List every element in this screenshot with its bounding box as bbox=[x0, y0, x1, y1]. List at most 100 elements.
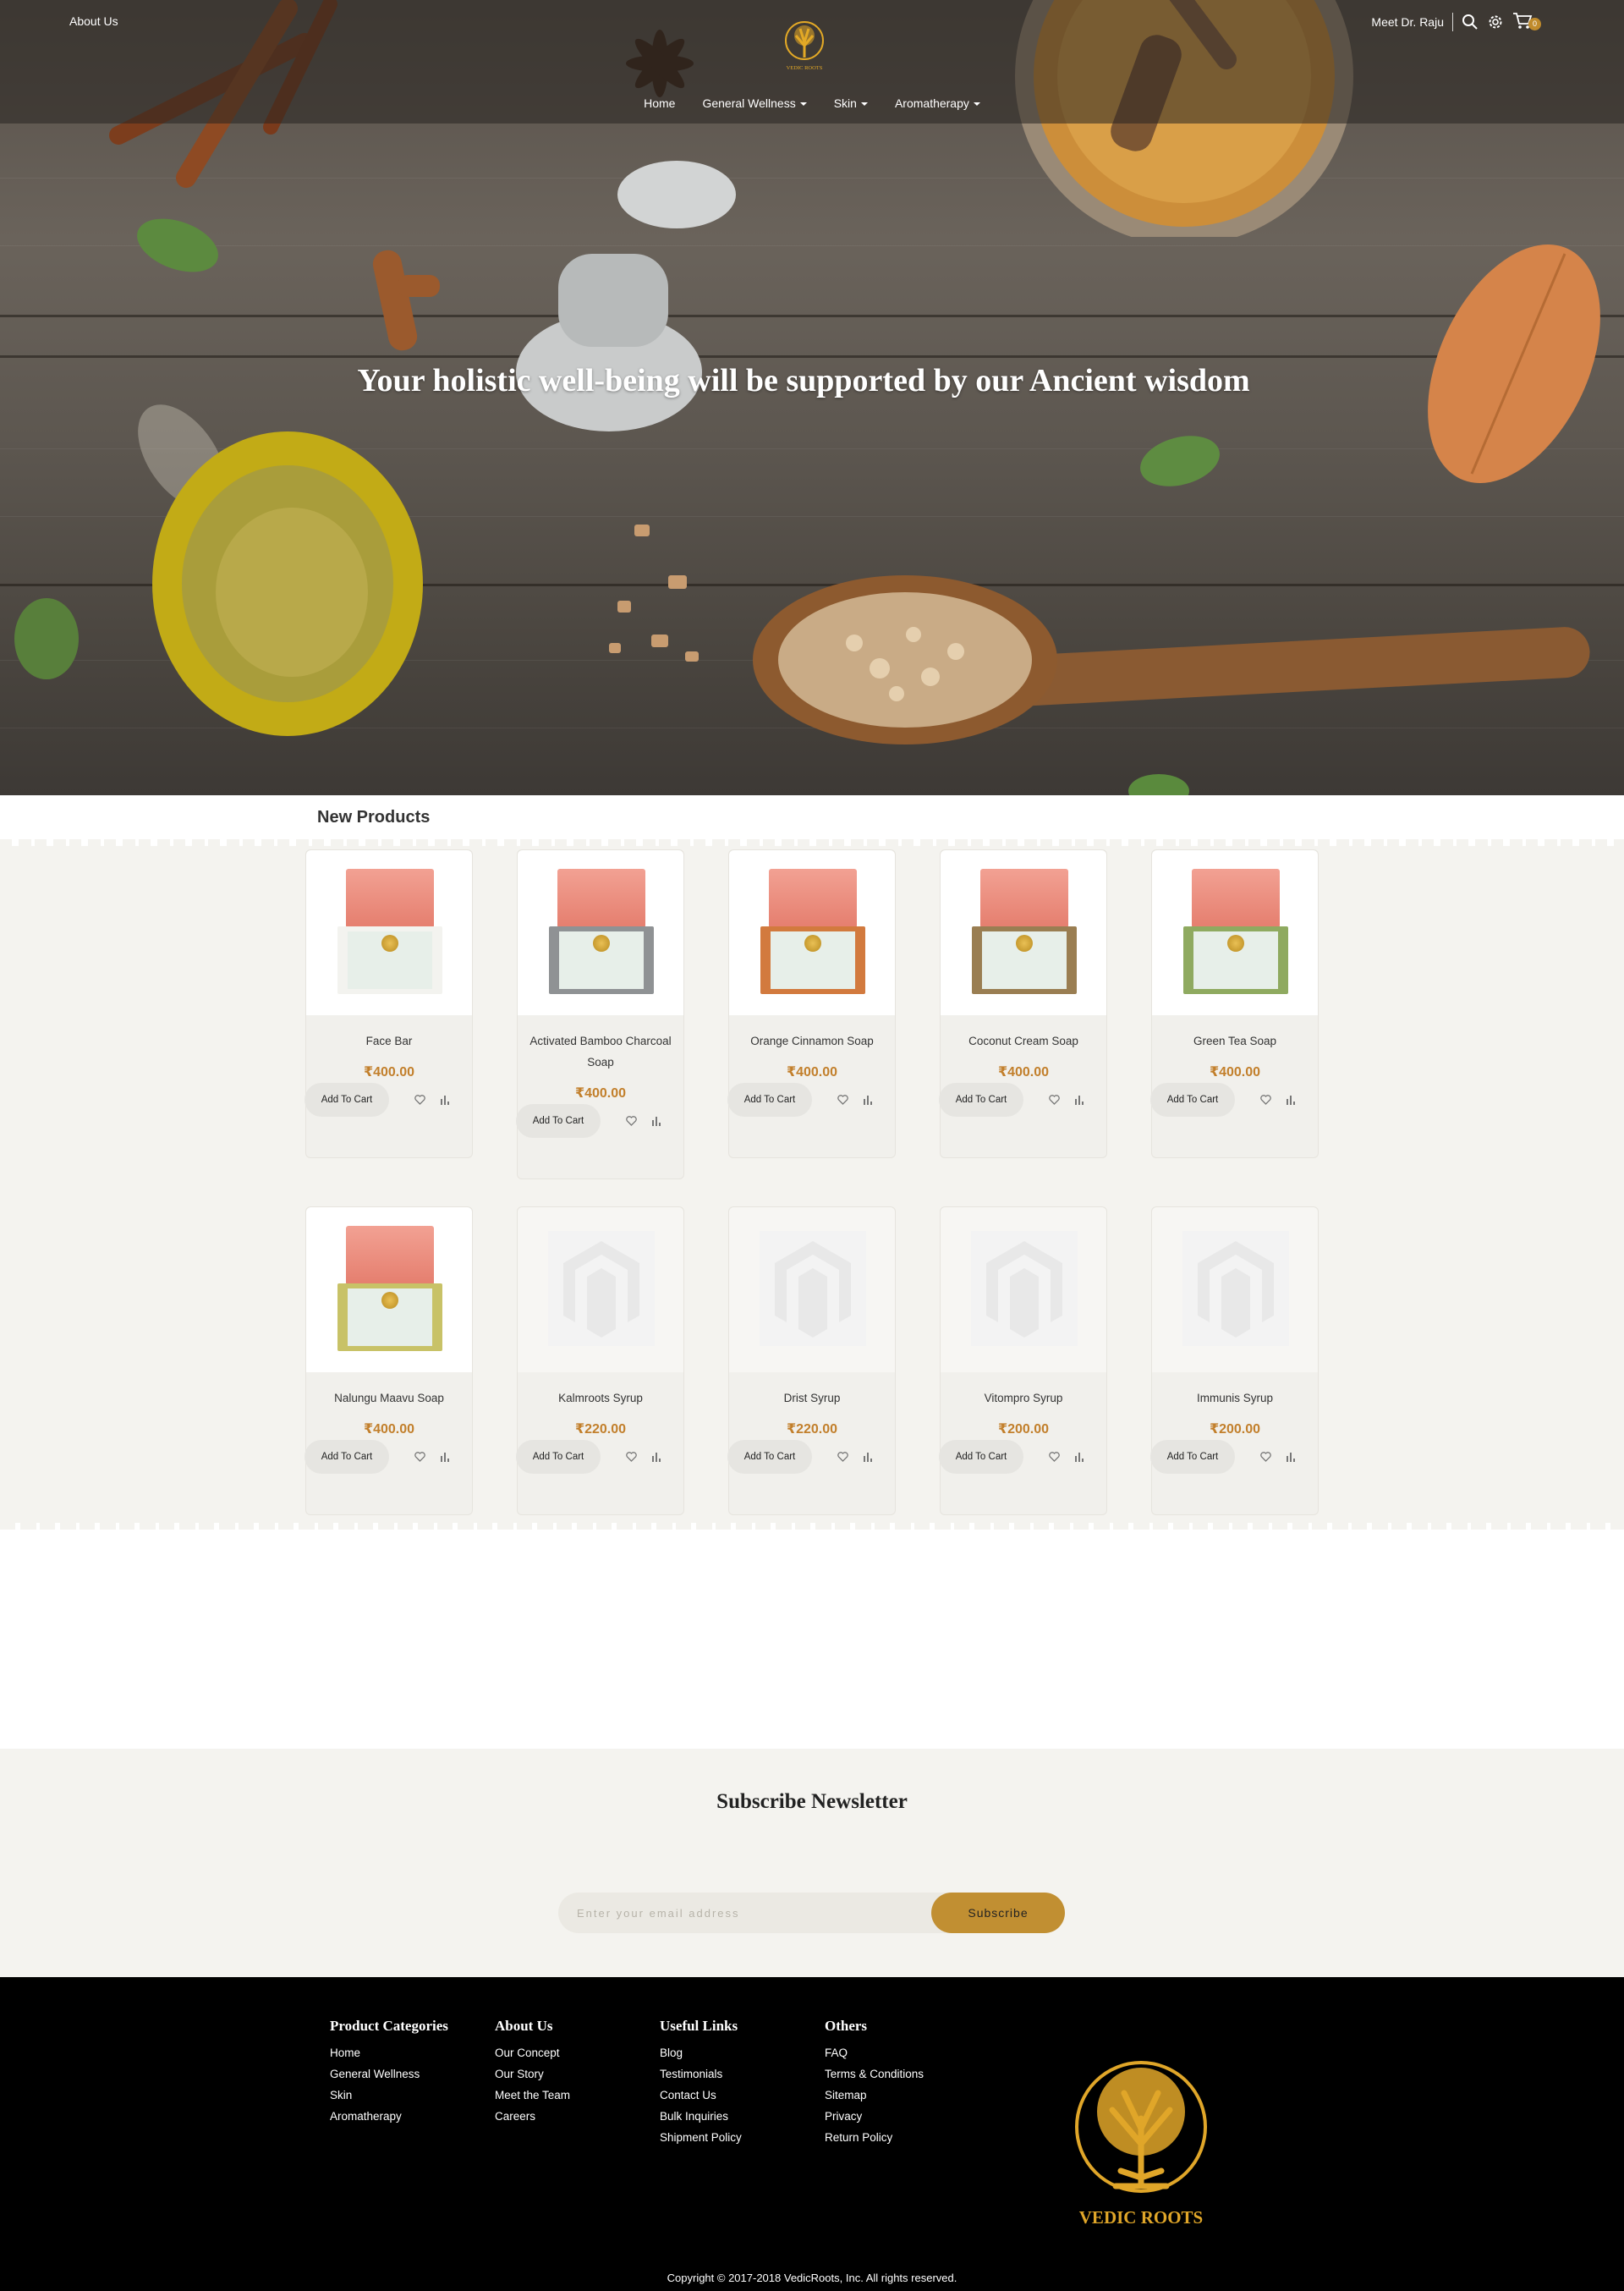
wishlist-heart-icon[interactable] bbox=[623, 1113, 639, 1129]
product-name[interactable]: Activated Bamboo Charcoal Soap bbox=[518, 1030, 683, 1073]
product-price: ₹400.00 bbox=[363, 1065, 415, 1080]
about-us-link[interactable]: About Us bbox=[69, 14, 118, 28]
footer-link[interactable]: Skin bbox=[330, 2085, 448, 2106]
compare-chart-icon[interactable] bbox=[436, 1091, 453, 1108]
soap-package-image bbox=[337, 869, 442, 996]
compare-chart-icon[interactable] bbox=[1282, 1091, 1299, 1108]
footer-link[interactable]: Careers bbox=[495, 2106, 570, 2127]
footer-link[interactable]: Return Policy bbox=[825, 2127, 924, 2148]
footer-vedic-roots-logo[interactable]: VEDIC ROOTS bbox=[1070, 2059, 1212, 2228]
product-price: ₹400.00 bbox=[786, 1065, 838, 1080]
footer-link[interactable]: Our Concept bbox=[495, 2042, 570, 2063]
product-card[interactable]: Face Bar ₹400.00 Add To Cart bbox=[304, 849, 473, 1158]
product-name[interactable]: Vitompro Syrup bbox=[941, 1387, 1106, 1409]
add-to-cart-button[interactable]: Add To Cart bbox=[939, 1083, 1023, 1117]
product-card[interactable]: Drist Syrup ₹220.00 Add To Cart bbox=[727, 1206, 896, 1515]
wishlist-heart-icon[interactable] bbox=[834, 1091, 851, 1108]
mint-leaf-image bbox=[1140, 436, 1220, 486]
product-name[interactable]: Immunis Syrup bbox=[1152, 1387, 1318, 1409]
add-to-cart-button[interactable]: Add To Cart bbox=[1150, 1440, 1235, 1474]
footer-link[interactable]: Privacy bbox=[825, 2106, 924, 2127]
footer-link[interactable]: FAQ bbox=[825, 2042, 924, 2063]
footer-link[interactable]: Our Story bbox=[495, 2063, 570, 2085]
wishlist-heart-icon[interactable] bbox=[1045, 1448, 1062, 1465]
add-to-cart-button[interactable]: Add To Cart bbox=[727, 1083, 812, 1117]
product-image[interactable] bbox=[941, 850, 1106, 1015]
add-to-cart-button[interactable]: Add To Cart bbox=[516, 1440, 601, 1474]
footer-link[interactable]: Home bbox=[330, 2042, 448, 2063]
nav-general-wellness[interactable]: General Wellness bbox=[689, 96, 820, 110]
product-card[interactable]: Immunis Syrup ₹200.00 Add To Cart bbox=[1150, 1206, 1319, 1515]
product-name[interactable]: Coconut Cream Soap bbox=[941, 1030, 1106, 1052]
product-card[interactable]: Orange Cinnamon Soap ₹400.00 Add To Cart bbox=[727, 849, 896, 1158]
footer-link[interactable]: Testimonials bbox=[660, 2063, 742, 2085]
placeholder-image bbox=[760, 1231, 866, 1346]
nav-aromatherapy[interactable]: Aromatherapy bbox=[881, 96, 994, 110]
vedic-roots-logo[interactable]: VEDIC ROOTS bbox=[782, 20, 827, 73]
search-icon[interactable] bbox=[1462, 14, 1479, 30]
wishlist-heart-icon[interactable] bbox=[411, 1448, 428, 1465]
product-card[interactable]: Nalungu Maavu Soap ₹400.00 Add To Cart bbox=[304, 1206, 473, 1515]
gear-icon[interactable] bbox=[1487, 14, 1504, 30]
compare-chart-icon[interactable] bbox=[648, 1113, 665, 1129]
add-to-cart-button[interactable]: Add To Cart bbox=[939, 1440, 1023, 1474]
add-to-cart-button[interactable]: Add To Cart bbox=[1150, 1083, 1235, 1117]
product-card[interactable]: Vitompro Syrup ₹200.00 Add To Cart bbox=[939, 1206, 1107, 1515]
product-name[interactable]: Green Tea Soap bbox=[1152, 1030, 1318, 1052]
footer-link[interactable]: Shipment Policy bbox=[660, 2127, 742, 2148]
wishlist-heart-icon[interactable] bbox=[1257, 1091, 1274, 1108]
compare-chart-icon[interactable] bbox=[1071, 1091, 1088, 1108]
product-image[interactable] bbox=[729, 850, 895, 1015]
compare-chart-icon[interactable] bbox=[859, 1091, 876, 1108]
product-card[interactable]: Coconut Cream Soap ₹400.00 Add To Cart bbox=[939, 849, 1107, 1158]
subscribe-button[interactable]: Subscribe bbox=[931, 1893, 1065, 1933]
product-image[interactable] bbox=[729, 1207, 895, 1372]
compare-chart-icon[interactable] bbox=[859, 1448, 876, 1465]
footer-link[interactable]: Bulk Inquiries bbox=[660, 2106, 742, 2127]
product-image[interactable] bbox=[518, 850, 683, 1015]
product-name[interactable]: Face Bar bbox=[306, 1030, 472, 1052]
product-card[interactable]: Activated Bamboo Charcoal Soap ₹400.00 Add… bbox=[516, 849, 684, 1179]
caret-down-icon bbox=[860, 102, 868, 106]
wishlist-heart-icon[interactable] bbox=[1257, 1448, 1274, 1465]
meet-dr-raju-link[interactable]: Meet Dr. Raju bbox=[1371, 15, 1444, 29]
product-name[interactable]: Drist Syrup bbox=[729, 1387, 895, 1409]
wishlist-heart-icon[interactable] bbox=[411, 1091, 428, 1108]
product-card[interactable]: Kalmroots Syrup ₹220.00 Add To Cart bbox=[516, 1206, 684, 1515]
footer-link[interactable]: Sitemap bbox=[825, 2085, 924, 2106]
product-image[interactable] bbox=[306, 850, 472, 1015]
nav-home[interactable]: Home bbox=[630, 96, 689, 110]
nav-skin[interactable]: Skin bbox=[820, 96, 881, 110]
add-to-cart-button[interactable]: Add To Cart bbox=[304, 1440, 389, 1474]
add-to-cart-button[interactable]: Add To Cart bbox=[304, 1083, 389, 1117]
product-card[interactable]: Green Tea Soap ₹400.00 Add To Cart bbox=[1150, 849, 1319, 1158]
product-image[interactable] bbox=[1152, 1207, 1318, 1372]
product-image[interactable] bbox=[306, 1207, 472, 1372]
add-to-cart-button[interactable]: Add To Cart bbox=[727, 1440, 812, 1474]
product-name[interactable]: Kalmroots Syrup bbox=[518, 1387, 683, 1409]
add-to-cart-button[interactable]: Add To Cart bbox=[516, 1104, 601, 1138]
product-image[interactable] bbox=[941, 1207, 1106, 1372]
cart-button[interactable]: 0 bbox=[1512, 12, 1541, 32]
product-image[interactable] bbox=[518, 1207, 683, 1372]
newsletter-email-input[interactable] bbox=[558, 1893, 956, 1933]
product-name[interactable]: Orange Cinnamon Soap bbox=[729, 1030, 895, 1052]
product-name[interactable]: Nalungu Maavu Soap bbox=[306, 1387, 472, 1409]
compare-chart-icon[interactable] bbox=[1071, 1448, 1088, 1465]
footer-link[interactable]: General Wellness bbox=[330, 2063, 448, 2085]
footer-link[interactable]: Contact Us bbox=[660, 2085, 742, 2106]
footer-link[interactable]: Aromatherapy bbox=[330, 2106, 448, 2127]
footer-link[interactable]: Meet the Team bbox=[495, 2085, 570, 2106]
wishlist-heart-icon[interactable] bbox=[834, 1448, 851, 1465]
newsletter-section bbox=[0, 1749, 1624, 1977]
footer-link[interactable]: Blog bbox=[660, 2042, 742, 2063]
wishlist-heart-icon[interactable] bbox=[1045, 1091, 1062, 1108]
placeholder-image bbox=[548, 1231, 655, 1346]
wishlist-heart-icon[interactable] bbox=[623, 1448, 639, 1465]
product-image[interactable] bbox=[1152, 850, 1318, 1015]
compare-chart-icon[interactable] bbox=[436, 1448, 453, 1465]
footer-link[interactable]: Terms & Conditions bbox=[825, 2063, 924, 2085]
compare-chart-icon[interactable] bbox=[1282, 1448, 1299, 1465]
compare-chart-icon[interactable] bbox=[648, 1448, 665, 1465]
caret-down-icon bbox=[799, 102, 807, 106]
